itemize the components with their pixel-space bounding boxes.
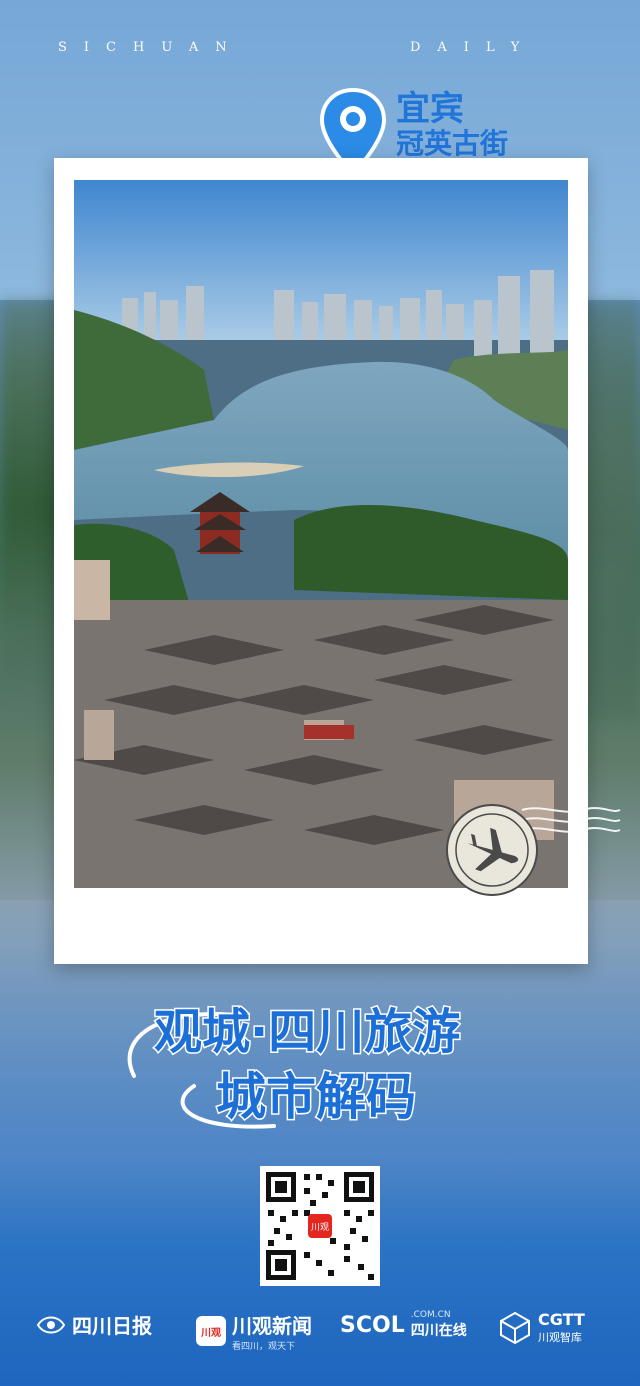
scol-text: SCOL [340, 1312, 405, 1338]
logo-chuanguan-news: 川观 川观新闻 看四川，观天下 [196, 1310, 312, 1352]
title-line1: 观城·四川旅游 [154, 1004, 460, 1060]
chuanguan-news-text: 川观新闻 [232, 1314, 312, 1338]
partner-logos: 四川日报 川观 川观新闻 看四川，观天下 SCOL .COM.CN 四川在线 C… [0, 1300, 640, 1360]
logo-cgtt: CGTT 川观智库 [498, 1310, 585, 1345]
location-street: 冠英古街 [396, 127, 509, 160]
chuanguan-badge-label: 川观 [201, 1327, 221, 1339]
location-city: 宜宾 [396, 89, 464, 129]
logo-scol: SCOL .COM.CN 四川在线 [340, 1310, 467, 1340]
cgtt-text: CGTT [538, 1310, 585, 1329]
cgtt-name: 川观智库 [538, 1331, 582, 1344]
qr-code: 川观 [260, 1166, 380, 1286]
location-label: 宜宾 冠英古街 [396, 92, 508, 158]
aerial-photo [74, 180, 568, 888]
chuanguan-slogan: 看四川，观天下 [232, 1342, 296, 1352]
sichuan-daily-emblem-icon [36, 1316, 66, 1333]
qr-center-label: 川观 [311, 1222, 329, 1233]
sichuan-daily-text: 四川日报 [72, 1314, 152, 1338]
campaign-title: 观城·四川旅游 城市解码 [127, 1003, 462, 1129]
header-word-left: SICHUAN [58, 40, 244, 55]
title-line2: 城市解码 [216, 1068, 416, 1126]
aerial-scene-illustration [74, 180, 568, 888]
chuanguan-badge: 川观 [196, 1316, 226, 1346]
header-word-right: DAILY [410, 40, 537, 55]
qr-code-icon: 川观 [260, 1166, 380, 1286]
logo-sichuan-daily: 四川日报 [36, 1310, 152, 1339]
travel-stamp [446, 804, 621, 896]
scol-name: 四川在线 [410, 1323, 467, 1339]
scol-domain: .COM.CN [410, 1310, 451, 1320]
cgtt-cube-icon [500, 1311, 530, 1344]
